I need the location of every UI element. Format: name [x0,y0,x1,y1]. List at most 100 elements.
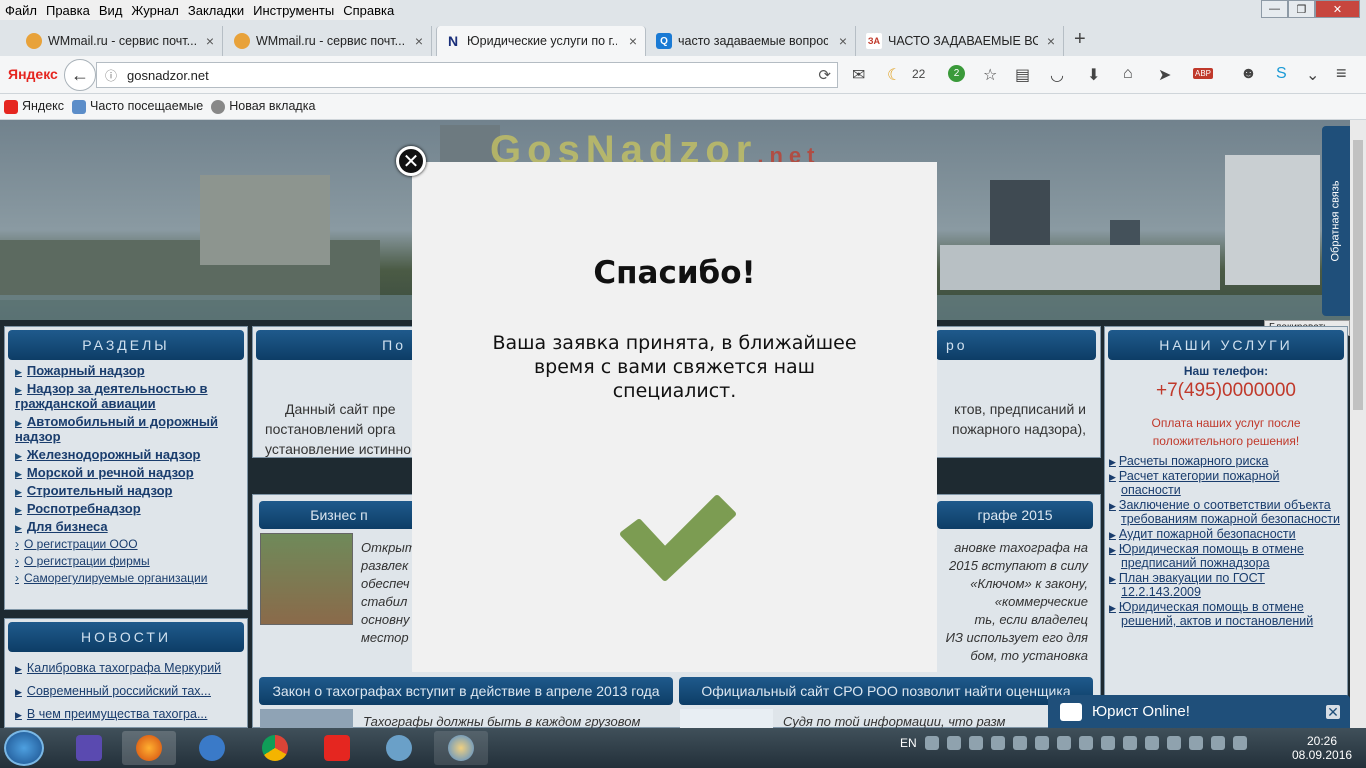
chat-widget[interactable]: Юрист Online! ✕ [1048,695,1350,728]
chat-bubble-icon[interactable]: ☻ [1240,65,1257,83]
news-item[interactable]: Современный российский тах... [15,684,239,698]
tray-icon[interactable] [1100,736,1115,750]
tab-legal-services[interactable]: N Юридические услуги по г... × [436,26,646,56]
adblock-icon[interactable]: ABP [1193,68,1214,79]
mail-icon[interactable]: ✉ [852,65,865,85]
skype-icon[interactable]: S [1276,65,1287,83]
menu-tools[interactable]: Инструменты [253,3,334,18]
tray-icon[interactable] [924,736,939,750]
article-bar-tachograph-law[interactable]: Закон о тахографах вступит в действие в … [259,677,673,705]
system-clock[interactable]: 20:26 08.09.2016 [1292,734,1352,762]
bookmark-star-icon[interactable]: ☆ [983,65,997,85]
article-bar-tachograph-2015[interactable]: графе 2015 [937,501,1093,529]
hamburger-menu-icon[interactable]: ≡ [1336,63,1347,84]
service-link[interactable]: Юридическая помощь в отмене предписаний … [1109,542,1341,570]
close-window-button[interactable]: ✕ [1315,0,1360,18]
bluetooth-icon[interactable] [1232,736,1247,750]
site-info-icon[interactable]: ⓘ [105,67,117,84]
start-button[interactable] [4,730,44,766]
section-link-construction[interactable]: Строительный надзор [15,483,239,498]
taskbar-app-yandex[interactable] [310,731,364,765]
news-item[interactable]: В чем преимущества тахогра... [15,707,239,721]
section-link-railway[interactable]: Железнодорожный надзор [15,447,239,462]
reload-icon[interactable]: ⟳ [818,66,831,84]
language-indicator[interactable]: EN [900,736,917,750]
chevron-down-icon[interactable]: ⌄ [1306,65,1319,85]
menu-help[interactable]: Справка [343,3,394,18]
taskbar-app-media[interactable] [185,731,239,765]
modal-close-button[interactable]: ✕ [396,146,426,176]
minimize-button[interactable]: — [1261,0,1288,18]
menu-view[interactable]: Вид [99,3,123,18]
network-icon[interactable] [1188,736,1203,750]
url-bar[interactable]: ⓘ gosnadzor.net ⟳ [96,62,838,88]
sublink-firm-registration[interactable]: О регистрации фирмы [15,554,239,568]
new-tab-button[interactable]: + [1074,28,1086,51]
article-image[interactable] [680,709,773,728]
menu-history[interactable]: Журнал [131,3,178,18]
yandex-logo[interactable]: Яндекс [8,66,58,82]
sublink-sro[interactable]: Саморегулируемые организации [15,571,239,585]
tab-close-icon[interactable]: × [409,33,423,49]
section-link-aviation[interactable]: Надзор за деятельностью в гражданской ав… [15,381,239,411]
tray-icon[interactable] [1034,736,1049,750]
tab-close-icon[interactable]: × [833,33,847,49]
bookmark-most-visited[interactable]: Часто посещаемые [72,99,203,114]
feedback-tab[interactable]: Обратная связь [1322,126,1350,316]
tab-close-icon[interactable]: × [200,33,214,49]
chat-close-icon[interactable]: ✕ [1326,704,1340,719]
send-icon[interactable]: ➤ [1158,65,1171,85]
service-link[interactable]: Заключение о соответствии объекта требов… [1109,498,1341,526]
home-icon[interactable]: ⌂ [1123,65,1133,83]
tab-wmmail-2[interactable]: WMmail.ru - сервис почт... × [226,26,432,56]
tray-icon[interactable] [968,736,983,750]
news-item[interactable]: Калибровка тахографа Меркурий [15,661,239,675]
bookmark-new-tab[interactable]: Новая вкладка [211,99,315,114]
article-bar-sro[interactable]: Официальный сайт СРО РОО позволит найти … [679,677,1093,705]
back-button[interactable]: ← [64,59,96,91]
taskbar-app-game[interactable] [372,731,426,765]
tab-faq-page[interactable]: ЗА ЧАСТО ЗАДАВАЕМЫЕ ВО... × [858,26,1064,56]
help-icon[interactable] [946,736,961,750]
article-image[interactable] [260,709,353,728]
menu-file[interactable]: Файл [5,3,37,18]
section-link-fire[interactable]: Пожарный надзор [15,363,239,378]
reading-list-icon[interactable]: ▤ [1015,65,1030,85]
maximize-button[interactable]: ❐ [1288,0,1315,18]
tray-icon[interactable] [1078,736,1093,750]
menu-bookmarks[interactable]: Закладки [188,3,244,18]
battery-icon[interactable] [1144,736,1159,750]
article-bar-business[interactable]: Бизнес п [259,501,419,529]
taskbar-app-mail[interactable] [62,731,116,765]
taskbar-app-chrome[interactable] [248,731,302,765]
pocket-icon[interactable]: ◡ [1050,65,1064,85]
tray-icon[interactable] [1012,736,1027,750]
download-icon[interactable]: ⬇ [1087,65,1100,85]
section-link-business[interactable]: Для бизнеса [15,519,239,534]
moon-icon[interactable]: ☾ [887,65,901,85]
notification-badge[interactable]: 2 [948,65,965,82]
tab-close-icon[interactable]: × [623,33,637,49]
taskbar-app-paint[interactable] [434,731,488,765]
service-link[interactable]: Аудит пожарной безопасности [1109,527,1341,541]
url-text[interactable]: gosnadzor.net [127,68,209,83]
tray-icon[interactable] [1056,736,1071,750]
scrollbar-thumb[interactable] [1353,140,1363,410]
phone-number[interactable]: +7(495)0000000 [1105,380,1347,402]
page-scrollbar[interactable] [1350,120,1366,728]
service-link[interactable]: Расчеты пожарного риска [1109,454,1341,468]
taskbar-app-firefox[interactable] [122,731,176,765]
service-link[interactable]: Юридическая помощь в отмене решений, акт… [1109,600,1341,628]
section-link-rospotrebnadzor[interactable]: Роспотребнадзор [15,501,239,516]
bookmark-yandex[interactable]: Яндекс [4,99,64,114]
menu-edit[interactable]: Правка [46,3,90,18]
section-link-marine[interactable]: Морской и речной надзор [15,465,239,480]
section-link-road[interactable]: Автомобильный и дорожный надзор [15,414,239,444]
tab-wmmail-1[interactable]: WMmail.ru - сервис почт... × [18,26,223,56]
service-link[interactable]: План эвакуации по ГОСТ 12.2.143.2009 [1109,571,1341,599]
service-link[interactable]: Расчет категории пожарной опасности [1109,469,1341,497]
tab-faq-search[interactable]: Q часто задаваемые вопрос... × [648,26,856,56]
article-image[interactable] [260,533,353,625]
tab-close-icon[interactable]: × [1041,33,1055,49]
volume-icon[interactable] [1210,736,1225,750]
